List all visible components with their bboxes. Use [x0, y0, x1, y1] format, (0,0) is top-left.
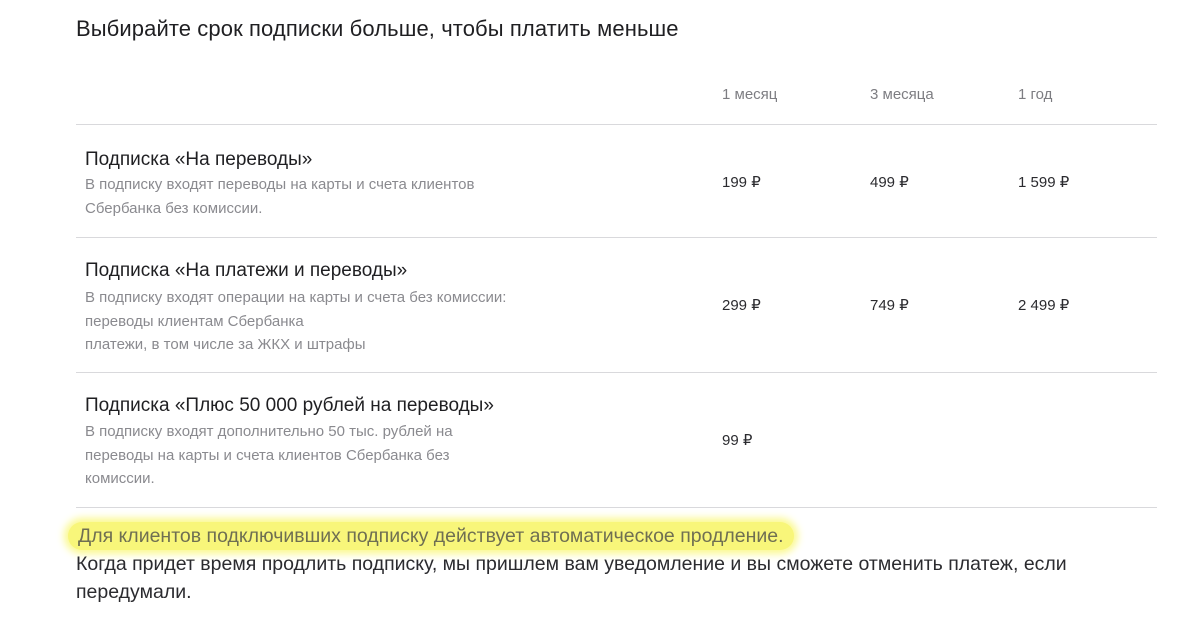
- plan-description-line: комиссии.: [85, 470, 155, 487]
- plan-description: В подписку входят переводы на карты и сч…: [85, 173, 565, 220]
- price-1-year: 1 599 ₽: [1018, 174, 1070, 191]
- renewal-explanation: Когда придет время продлить подписку, мы…: [76, 553, 1067, 603]
- plan-description-line: В подписку входят операции на карты и сч…: [85, 289, 507, 306]
- plan-description-line: В подписку входят дополнительно 50 тыс. …: [85, 423, 453, 440]
- plan-description-line: В подписку входят переводы на карты и сч…: [85, 176, 475, 193]
- plan-title: Подписка «На переводы»: [85, 149, 313, 170]
- subscription-table: Подписка «На переводы» В подписку входят…: [76, 124, 1157, 508]
- table-row: Подписка «На переводы» В подписку входят…: [76, 124, 1157, 237]
- highlighted-notice: Для клиентов подключивших подписку дейст…: [68, 522, 794, 550]
- table-row: Подписка «На платежи и переводы» В подпи…: [76, 237, 1157, 372]
- page-title: Выбирайте срок подписки больше, чтобы пл…: [76, 16, 679, 41]
- price-3-months: 749 ₽: [870, 297, 909, 314]
- plan-description: В подписку входят операции на карты и сч…: [85, 286, 565, 357]
- column-header-1-month: 1 месяц: [722, 86, 778, 103]
- price-3-months: 499 ₽: [870, 174, 909, 191]
- price-1-month: 99 ₽: [722, 432, 753, 449]
- table-row: Подписка «Плюс 50 000 рублей на переводы…: [76, 372, 1157, 508]
- column-header-3-months: 3 месяца: [870, 86, 934, 103]
- plan-title: Подписка «На платежи и переводы»: [85, 260, 408, 281]
- plan-description-line: платежи, в том числе за ЖКХ и штрафы: [85, 336, 366, 353]
- plan-description-line: Сбербанка без комиссии.: [85, 199, 263, 217]
- price-1-year: 2 499 ₽: [1018, 297, 1070, 314]
- price-1-month: 199 ₽: [722, 174, 761, 191]
- auto-renewal-note: Для клиентов подключивших подписку дейст…: [68, 522, 1156, 606]
- column-header-1-year: 1 год: [1018, 86, 1053, 103]
- plan-description-line: переводы клиентам Сбербанка: [85, 312, 304, 330]
- plan-description-line: переводы на карты и счета клиентов Сберб…: [85, 446, 450, 464]
- plan-description: В подписку входят дополнительно 50 тыс. …: [85, 420, 565, 491]
- price-1-month: 299 ₽: [722, 297, 761, 314]
- plan-title: Подписка «Плюс 50 000 рублей на переводы…: [85, 395, 494, 416]
